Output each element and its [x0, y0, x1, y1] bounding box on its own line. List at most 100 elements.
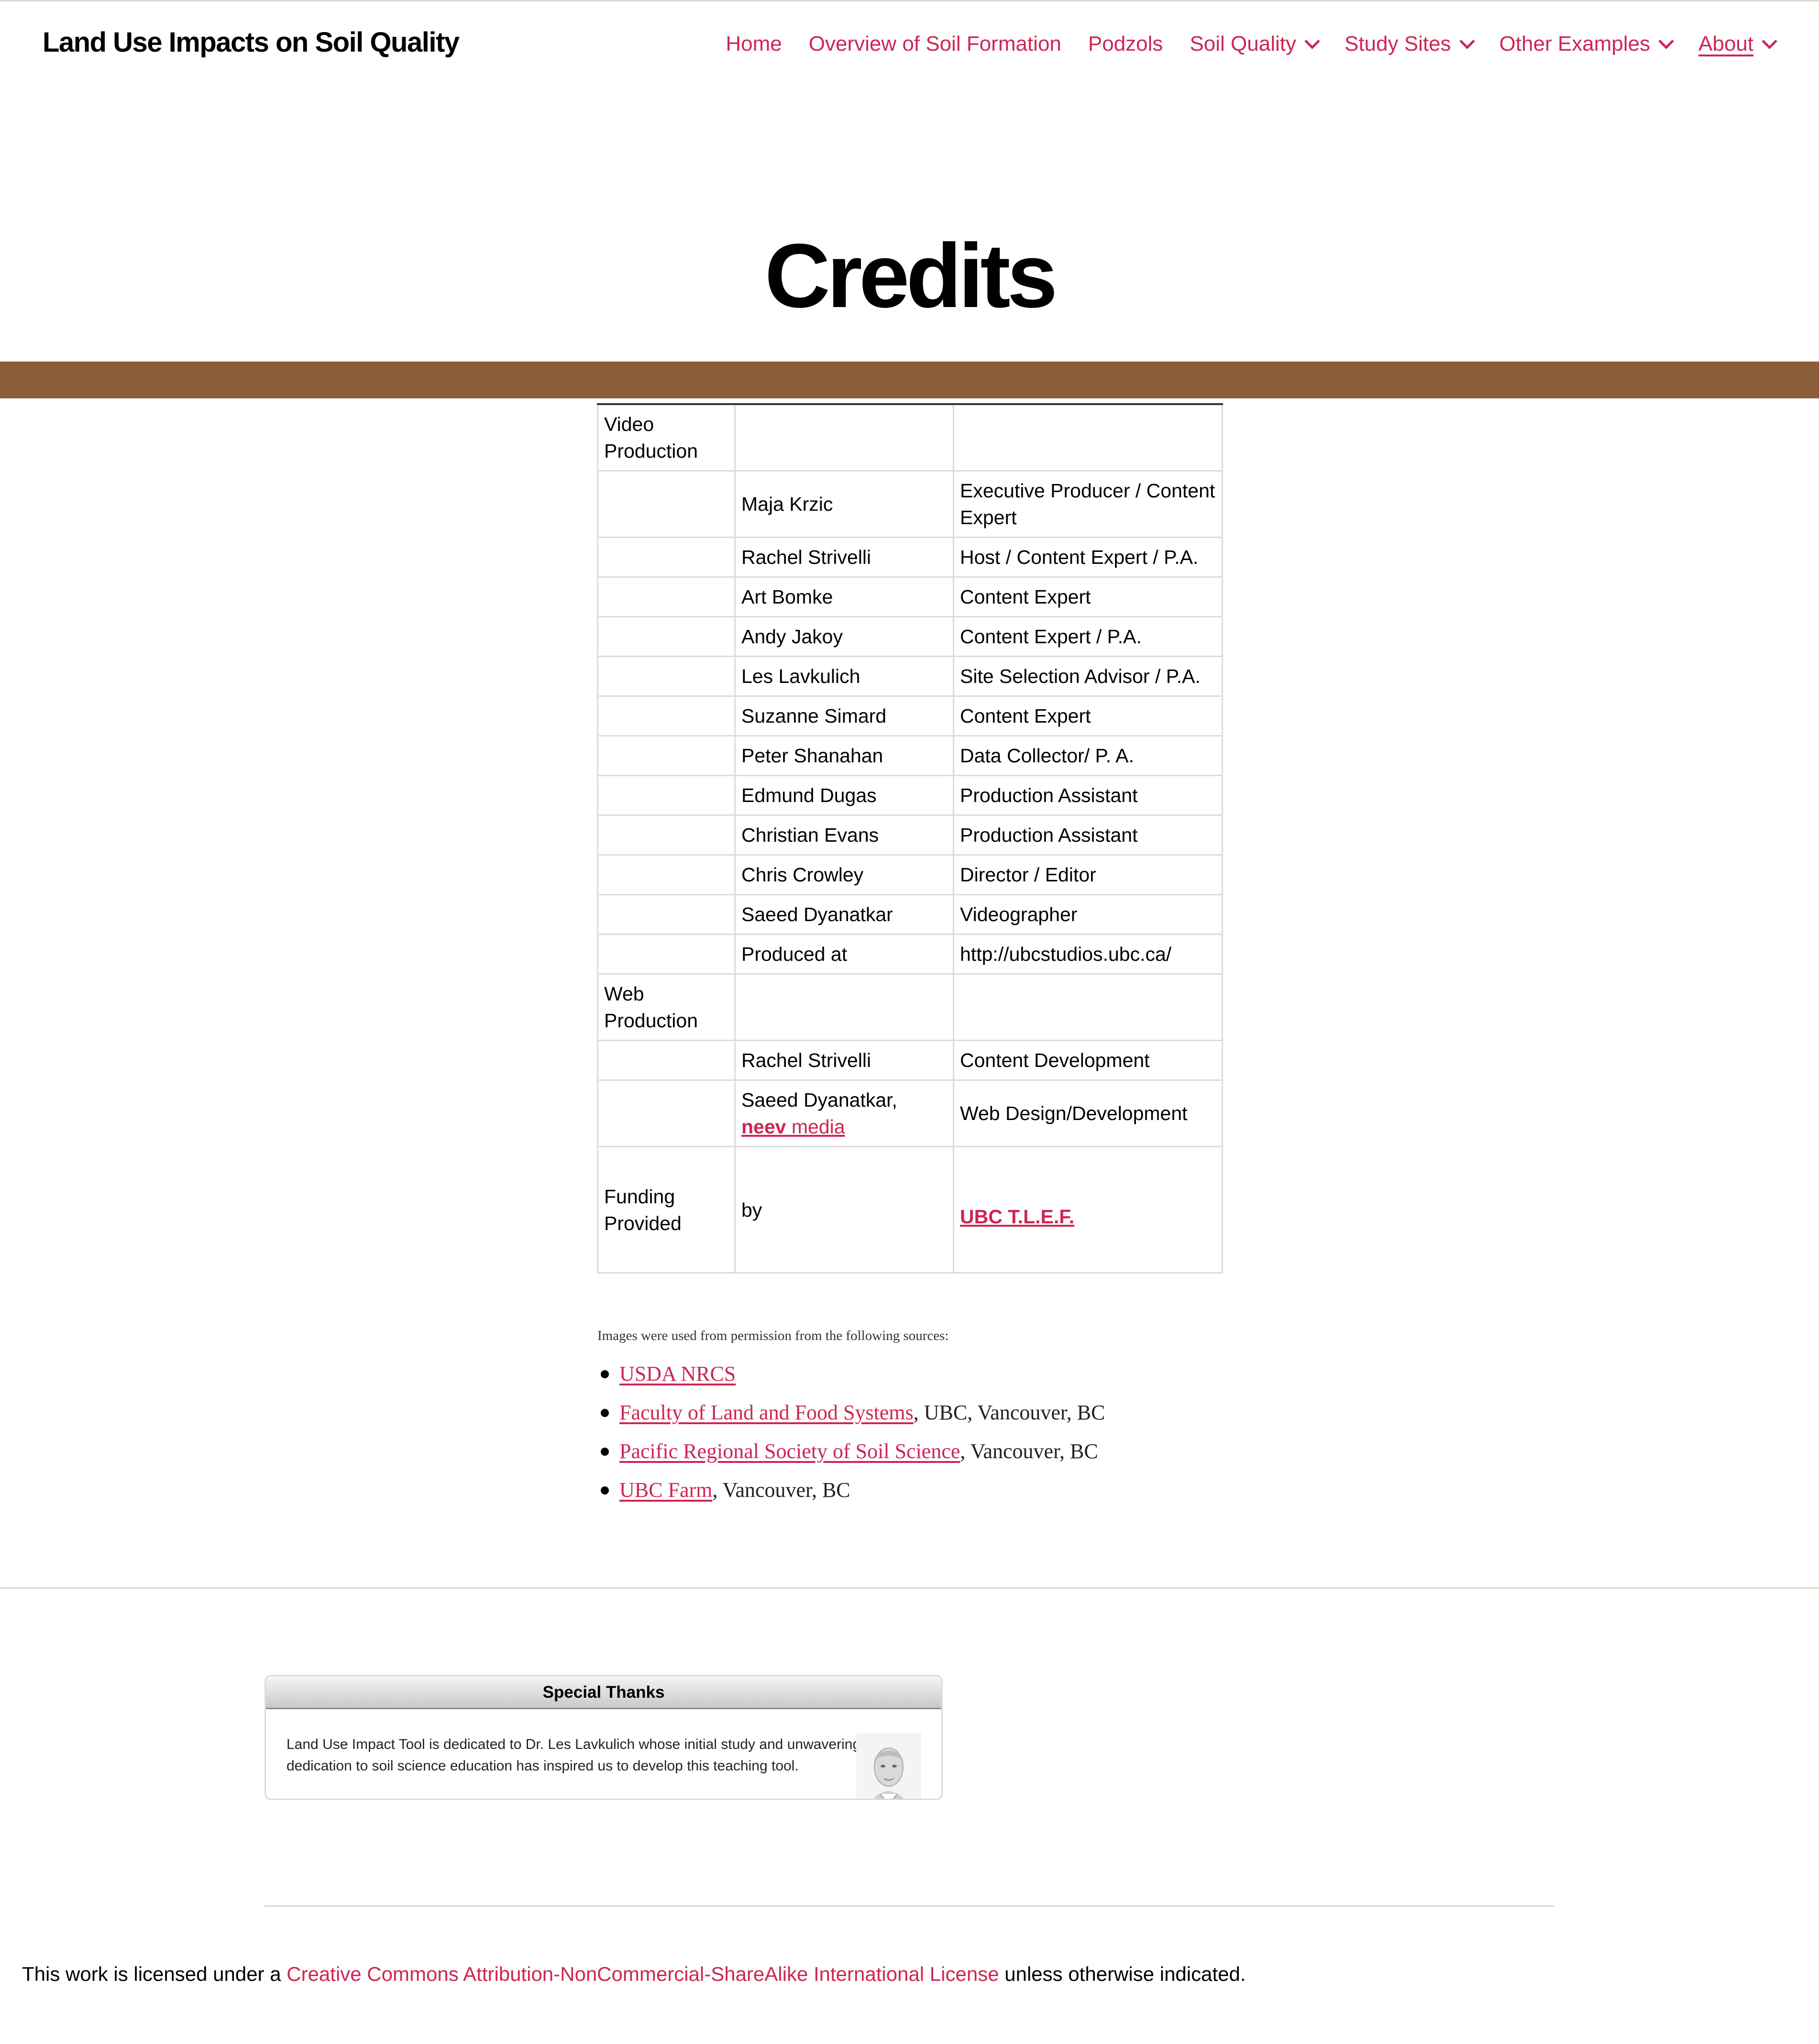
credit-role: Site Selection Advisor / P.A.: [953, 656, 1223, 697]
primary-menu: Home Overview of Soil Formation Podzols Soi…: [699, 32, 1777, 56]
table-row: Art Bomke Content Expert: [597, 576, 1223, 617]
license-notice: This work is licensed under a Creative C…: [22, 1963, 1246, 1986]
table-row: Web Production: [597, 973, 1223, 1041]
table-row: Les Lavkulich Site Selection Advisor / P.…: [597, 656, 1223, 697]
credit-name: Art Bomke: [734, 576, 954, 617]
nav-item-podzols[interactable]: Podzols: [1088, 32, 1163, 56]
credit-name: Rachel Strivelli: [734, 1040, 954, 1081]
nav-item-overview-of-soil-formation[interactable]: Overview of Soil Formation: [809, 32, 1061, 56]
table-row: Rachel Strivelli Host / Content Expert / …: [597, 537, 1223, 578]
bullet-icon: [601, 1409, 609, 1417]
source-link[interactable]: Pacific Regional Society of Soil Science: [619, 1440, 960, 1463]
chevron-down-icon[interactable]: [1658, 33, 1674, 49]
credit-name: Chris Crowley: [734, 854, 954, 895]
source-link[interactable]: Faculty of Land and Food Systems: [619, 1401, 914, 1424]
credit-role: Executive Producer / Content Expert: [953, 470, 1223, 538]
header-band: [0, 362, 1819, 398]
credit-role: Content Expert: [953, 576, 1223, 617]
section-label-web: Web Production: [597, 973, 736, 1041]
special-thanks-box: Special Thanks Land Use Impact Tool is d…: [265, 1675, 943, 1800]
source-location: , Vancouver, BC: [712, 1478, 850, 1502]
section-label-video: Video Production: [597, 403, 736, 472]
portrait-photo-icon: [856, 1733, 921, 1799]
neev-link-rest: media: [786, 1116, 845, 1138]
special-thanks-heading: Special Thanks: [266, 1676, 941, 1709]
source-location: , UBC, Vancouver, BC: [913, 1401, 1105, 1424]
credit-role: Content Expert / P.A.: [953, 616, 1223, 657]
credit-name: Christian Evans: [734, 814, 954, 856]
page-title: Credits: [764, 225, 1058, 327]
credit-name: Produced at: [734, 934, 954, 975]
credit-name-text: Saeed Dyanatkar,: [741, 1089, 897, 1111]
credit-name: Maja Krzic: [734, 470, 954, 538]
credit-role: Content Expert: [953, 695, 1223, 736]
credit-role: Director / Editor: [953, 854, 1223, 895]
ubc-tlef-link[interactable]: UBC T.L.E.F.: [960, 1206, 1074, 1228]
credit-role: Videographer: [953, 894, 1223, 935]
credit-role: Production Assistant: [953, 814, 1223, 856]
list-item: Pacific Regional Society of Soil Science…: [597, 1432, 1105, 1471]
credit-name: Rachel Strivelli: [734, 537, 954, 578]
license-prefix: This work is licensed under a: [22, 1963, 287, 1985]
credit-role: Host / Content Expert / P.A.: [953, 537, 1223, 578]
credit-role: http://ubcstudios.ubc.ca/: [953, 934, 1223, 975]
site-header: Land Use Impacts on Soil Quality Home Ove…: [0, 0, 1819, 88]
nav-item-label: Overview of Soil Formation: [808, 32, 1061, 55]
funding-source: UBC T.L.E.F.: [953, 1146, 1223, 1274]
special-thanks-text: Land Use Impact Tool is dedicated to Dr.…: [287, 1736, 861, 1774]
credit-name: Edmund Dugas: [734, 775, 954, 816]
table-row: Chris Crowley Director / Editor: [597, 854, 1223, 895]
chevron-down-icon[interactable]: [1304, 33, 1320, 49]
funding-label: Funding Provided: [597, 1146, 736, 1274]
table-row: Saeed Dyanatkar, neev media Web Design/Dev…: [597, 1079, 1223, 1147]
table-row: Produced at http://ubcstudios.ubc.ca/: [597, 934, 1223, 975]
license-link[interactable]: Creative Commons Attribution-NonCommerci…: [287, 1963, 999, 1985]
list-item: UBC Farm, Vancouver, BC: [597, 1471, 1105, 1509]
license-suffix: unless otherwise indicated.: [999, 1963, 1246, 1985]
footer-divider-2: [265, 1905, 1554, 1907]
source-link[interactable]: USDA NRCS: [619, 1362, 736, 1385]
source-link[interactable]: UBC Farm: [619, 1478, 712, 1502]
table-row: Rachel Strivelli Content Development: [597, 1040, 1223, 1081]
credit-role: Production Assistant: [953, 775, 1223, 816]
nav-item-home[interactable]: Home: [726, 32, 782, 56]
table-row: Funding Provided by UBC T.L.E.F.: [597, 1146, 1223, 1274]
nav-item-label: Study Sites: [1344, 32, 1451, 55]
neev-media-link[interactable]: neev media: [741, 1116, 845, 1138]
nav-item-label: Home: [726, 32, 782, 55]
source-location: , Vancouver, BC: [960, 1440, 1098, 1463]
chevron-down-icon[interactable]: [1459, 33, 1475, 49]
credit-role: Data Collector/ P. A.: [953, 735, 1223, 776]
footer-divider: [0, 1587, 1819, 1589]
nav-item-about[interactable]: About: [1698, 32, 1777, 56]
table-row: Christian Evans Production Assistant: [597, 814, 1223, 856]
credits-table: Video Production Maja Krzic Executive Pro…: [597, 403, 1223, 1274]
credit-name: Suzanne Simard: [734, 695, 954, 736]
credit-role: Web Design/Development: [953, 1079, 1223, 1147]
list-item: Faculty of Land and Food Systems, UBC, V…: [597, 1393, 1105, 1432]
credit-name: Saeed Dyanatkar: [734, 894, 954, 935]
nav-item-study-sites[interactable]: Study Sites: [1344, 32, 1475, 56]
nav-item-label: About: [1698, 32, 1753, 55]
site-title[interactable]: Land Use Impacts on Soil Quality: [43, 26, 460, 58]
table-row: Suzanne Simard Content Expert: [597, 695, 1223, 736]
table-row: Maja Krzic Executive Producer / Content E…: [597, 470, 1223, 538]
funding-by: by: [734, 1146, 954, 1274]
nav-item-label: Other Examples: [1499, 32, 1651, 55]
bullet-icon: [601, 1370, 609, 1378]
list-item: USDA NRCS: [597, 1354, 1105, 1393]
credit-name: Andy Jakoy: [734, 616, 954, 657]
table-row: Edmund Dugas Production Assistant: [597, 775, 1223, 816]
credit-name: Saeed Dyanatkar, neev media: [734, 1079, 954, 1147]
table-row: Saeed Dyanatkar Videographer: [597, 894, 1223, 935]
sources-list: USDA NRCS Faculty of Land and Food System…: [597, 1354, 1105, 1509]
credit-name: Peter Shanahan: [734, 735, 954, 776]
table-row: Peter Shanahan Data Collector/ P. A.: [597, 735, 1223, 776]
nav-item-soil-quality[interactable]: Soil Quality: [1190, 32, 1320, 56]
table-row: Andy Jakoy Content Expert / P.A.: [597, 616, 1223, 657]
bullet-icon: [601, 1448, 609, 1456]
chevron-down-icon[interactable]: [1762, 33, 1777, 49]
credit-role: Content Development: [953, 1040, 1223, 1081]
sources-intro: Images were used from permission from th…: [597, 1328, 949, 1343]
nav-item-other-examples[interactable]: Other Examples: [1499, 32, 1674, 56]
